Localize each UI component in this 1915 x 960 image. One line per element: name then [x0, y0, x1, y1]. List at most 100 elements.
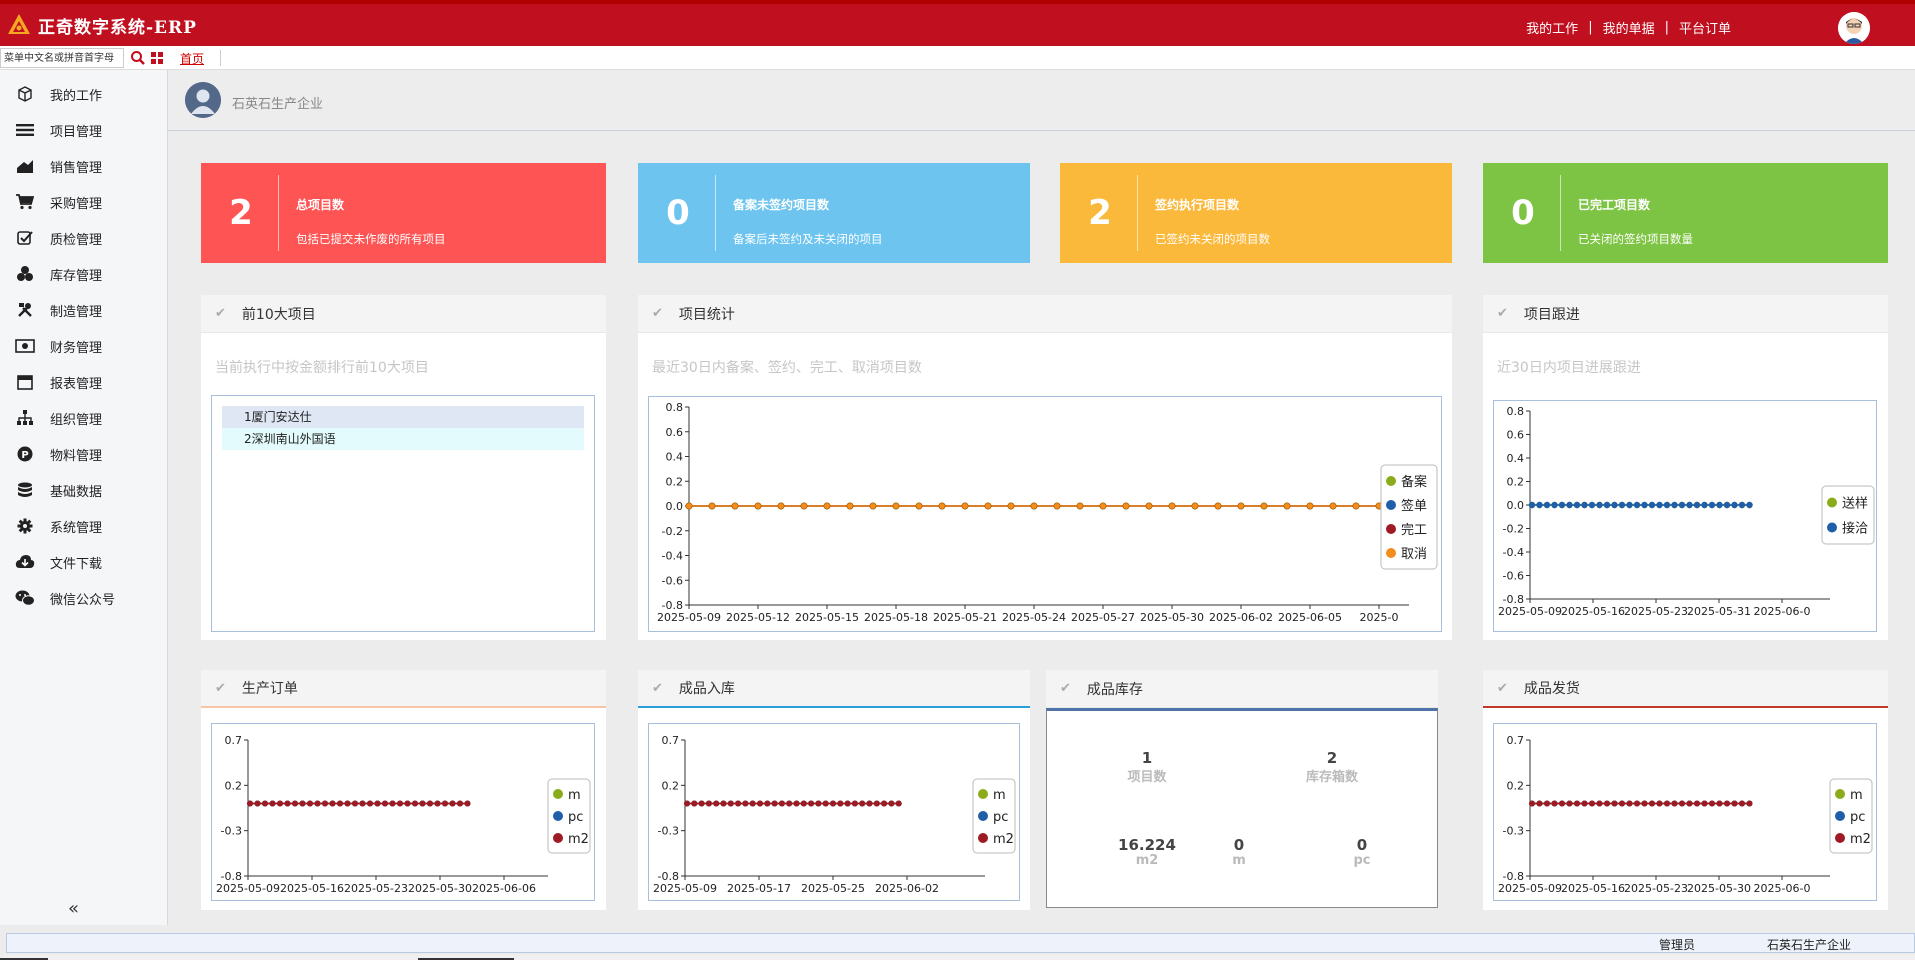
- data-point: [846, 502, 854, 510]
- list-item[interactable]: 1厦门安达仕: [222, 406, 584, 428]
- x-tick-label: 2025-05-23: [1624, 882, 1688, 895]
- sidebar-collapse-button[interactable]: «: [68, 898, 79, 919]
- menu-search-input[interactable]: [0, 48, 124, 68]
- y-tick-label: -0.3: [1503, 825, 1524, 838]
- cubes-icon: [14, 263, 36, 285]
- legend-label: m: [993, 788, 1006, 803]
- user-avatar[interactable]: [1838, 12, 1870, 44]
- data-point: [464, 800, 471, 807]
- stat-divider: [715, 175, 716, 251]
- stat-card-filed-unsigned[interactable]: 0 备案未签约项目数 备案后未签约及未关闭的项目: [638, 163, 1030, 263]
- y-tick-label: -0.3: [221, 825, 242, 838]
- sidebar-item-basic-data[interactable]: 基础数据: [0, 472, 167, 508]
- sidebar-item-quality[interactable]: 质检管理: [0, 220, 167, 256]
- x-tick-label: 2025-05-16: [280, 882, 344, 895]
- sidebar-item-reports[interactable]: 报表管理: [0, 364, 167, 400]
- x-tick-label: 2025-05-17: [727, 882, 791, 895]
- sidebar-item-projects[interactable]: 项目管理: [0, 112, 167, 148]
- data-point: [1283, 502, 1291, 510]
- tab-home[interactable]: 首页: [180, 50, 204, 67]
- list-item[interactable]: 2深圳南山外国语: [222, 428, 584, 450]
- check-icon: ✔: [215, 680, 226, 696]
- brand[interactable]: 正奇数字系统-ERP: [6, 12, 197, 38]
- data-point: [442, 800, 448, 807]
- data-point: [419, 800, 426, 807]
- sidebar-item-organization[interactable]: 组织管理: [0, 400, 167, 436]
- data-point: [1007, 502, 1015, 510]
- data-point: [727, 800, 734, 807]
- data-point: [389, 800, 396, 807]
- sidebar-item-finance[interactable]: 财务管理: [0, 328, 167, 364]
- data-point: [1618, 501, 1626, 509]
- panel-subtitle: 近30日内项目进展跟进: [1497, 360, 1641, 376]
- legend-marker: [1827, 522, 1837, 533]
- sidebar-item-system[interactable]: 系统管理: [0, 508, 167, 544]
- check-icon: ✔: [1497, 680, 1508, 696]
- data-point: [314, 800, 321, 807]
- sidebar-item-label: 基础数据: [50, 484, 103, 500]
- legend-marker: [1386, 476, 1396, 486]
- my-work-link[interactable]: 我的工作: [1526, 18, 1578, 37]
- sidebar-item-downloads[interactable]: 文件下载: [0, 544, 167, 580]
- sidebar-item-label: 我的工作: [50, 88, 103, 104]
- data-point: [1701, 800, 1708, 807]
- platform-orders-link[interactable]: 平台订单: [1679, 18, 1731, 37]
- y-tick-label: 0.2: [666, 475, 684, 488]
- stat-card-completed[interactable]: 0 已完工项目数 已关闭的签约项目数量: [1483, 163, 1888, 263]
- database-icon: [14, 479, 36, 501]
- grid-icon[interactable]: [150, 51, 164, 65]
- legend-label: 取消: [1401, 547, 1427, 562]
- data-point: [434, 800, 441, 807]
- x-tick-label: 2025-06-0: [1754, 605, 1811, 618]
- panel-title: 项目统计: [678, 306, 735, 323]
- data-point: [691, 800, 698, 807]
- legend-label: m: [568, 788, 581, 803]
- panel-finished-shipping: ✔ 成品发货 0.7 0.2 -0.3 -0.8 2025-05-09 2025-05-1…: [1483, 670, 1888, 910]
- company-avatar: [185, 82, 221, 118]
- data-point: [1671, 800, 1678, 807]
- sidebar-item-wechat[interactable]: 微信公众号: [0, 580, 167, 616]
- my-docs-link[interactable]: 我的单据: [1603, 18, 1655, 37]
- stat-description: 已签约未关闭的项目数: [1155, 232, 1270, 246]
- y-tick-label: 0.2: [1507, 476, 1525, 489]
- sidebar-item-materials[interactable]: P 物料管理: [0, 436, 167, 472]
- project-follow-chart: 0.8 0.6 0.4 0.2 0.0 -0.2 -0.4 -0.6 -0.8 2025-05-0…: [1493, 400, 1877, 632]
- data-point: [778, 800, 785, 807]
- y-tick-label: 0.0: [1507, 499, 1525, 512]
- legend-marker: [553, 789, 563, 799]
- panel-subtitle: 最近30日内备案、签约、完工、取消项目数: [652, 360, 922, 376]
- data-point: [1551, 800, 1558, 807]
- data-point: [915, 502, 923, 510]
- x-tick-label: 2025-05-12: [726, 611, 790, 624]
- data-point: [685, 502, 693, 510]
- data-point: [1596, 800, 1603, 807]
- data-point: [771, 800, 778, 807]
- stat-card-signed-executing[interactable]: 2 签约执行项目数 已签约未关闭的项目数: [1060, 163, 1452, 263]
- sidebar-item-label: 文件下载: [50, 556, 103, 572]
- data-point: [754, 502, 762, 510]
- company-name: 石英石生产企业: [232, 97, 324, 112]
- legend-label: m: [1850, 788, 1863, 803]
- data-point: [808, 800, 815, 807]
- search-icon[interactable]: [130, 50, 146, 66]
- stat-value: 2: [1088, 193, 1112, 233]
- data-point: [793, 800, 800, 807]
- sidebar-item-inventory[interactable]: 库存管理: [0, 256, 167, 292]
- stat-card-total-projects[interactable]: 2 总项目数 包括已提交未作废的所有项目: [201, 163, 606, 263]
- sidebar-item-purchase[interactable]: 采购管理: [0, 184, 167, 220]
- data-point: [307, 800, 313, 807]
- stat-title: 签约执行项目数: [1155, 198, 1240, 212]
- stat-value: 0: [1511, 193, 1535, 233]
- y-tick-label: 0.8: [1507, 405, 1525, 418]
- data-point: [412, 800, 418, 807]
- sidebar-item-my-work[interactable]: 我的工作: [0, 76, 167, 112]
- sidebar-item-sales[interactable]: 销售管理: [0, 148, 167, 184]
- x-tick-label: 2025-06-02: [875, 882, 939, 895]
- sidebar-item-manufacturing[interactable]: 制造管理: [0, 292, 167, 328]
- legend-marker: [1835, 789, 1845, 799]
- inventory-pc-label: pc: [1353, 853, 1371, 868]
- status-bar: 管理员 石英石生产企业: [6, 933, 1915, 953]
- legend-marker: [978, 833, 988, 843]
- check-square-icon: [14, 227, 36, 249]
- y-tick-label: 0.2: [1507, 779, 1525, 792]
